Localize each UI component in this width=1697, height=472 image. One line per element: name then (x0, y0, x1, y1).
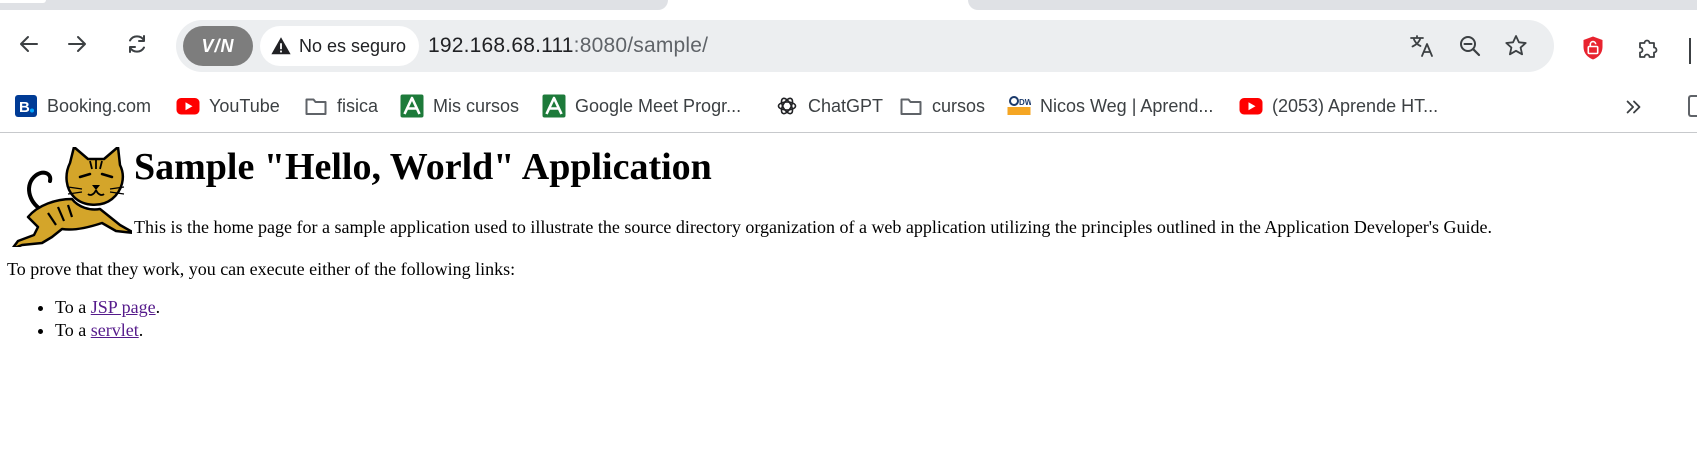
url-path: :8080/sample/ (573, 34, 709, 57)
zoom-out-icon (1460, 36, 1481, 57)
chatgpt-icon (775, 94, 799, 118)
translate-icon (1410, 35, 1433, 57)
browser-toolbar: V/N No es seguro 192.168.68.111:8080/sam… (0, 10, 1697, 80)
youtube-icon (176, 94, 200, 118)
green-a-icon (400, 94, 424, 118)
vpn-chip[interactable]: V/N (183, 26, 253, 66)
reload-button[interactable] (119, 26, 155, 62)
bookmark-youtube[interactable]: YouTube (176, 88, 280, 124)
bookmark-booking[interactable]: B Booking.com (14, 88, 151, 124)
link-suffix: . (155, 297, 161, 317)
tab-strip (0, 0, 1697, 10)
arrow-right-icon (68, 36, 86, 52)
arrow-left-icon (20, 36, 38, 52)
bookmark-label: cursos (932, 95, 986, 116)
forward-button[interactable] (59, 26, 95, 62)
lock-shield-icon (1583, 36, 1603, 60)
url-host: 192.168.68.111 (428, 34, 574, 57)
double-chevron-right-icon (1626, 100, 1641, 114)
bookmark-label: Mis cursos (433, 95, 520, 116)
svg-text:B: B (19, 99, 30, 116)
bookmark-google-meet[interactable]: Google Meet Progr... (542, 88, 741, 124)
bookmark-star-button[interactable] (1502, 32, 1530, 60)
green-a-icon (542, 94, 566, 118)
bookmark-nicos-weg[interactable]: DW Nicos Weg | Aprend... (1007, 88, 1213, 124)
instructions-paragraph: To prove that they work, you can execute… (7, 259, 516, 279)
bookmark-folder-fisica[interactable]: fisica (304, 88, 378, 124)
link-suffix: . (138, 320, 144, 340)
bookmark-aprende-html[interactable]: (2053) Aprende HT... (1239, 88, 1438, 124)
address-bar[interactable]: V/N No es seguro 192.168.68.111:8080/sam… (176, 20, 1554, 72)
toolbar-edge (1689, 38, 1691, 64)
links-list: To a JSP page. To a servlet. (0, 296, 160, 342)
security-indicator[interactable]: No es seguro (260, 26, 420, 66)
jsp-page-link[interactable]: JSP page (91, 297, 156, 317)
star-icon (1505, 35, 1527, 56)
tomcat-logo-icon (11, 147, 132, 247)
dw-icon: DW (1007, 94, 1031, 118)
security-extension-button[interactable] (1579, 34, 1607, 62)
youtube-icon (1239, 94, 1263, 118)
translate-button[interactable] (1408, 32, 1436, 60)
list-item: To a servlet. (55, 319, 160, 342)
bookmark-chatgpt[interactable]: ChatGPT (775, 88, 883, 124)
intro-paragraph: This is the home page for a sample appli… (134, 217, 1493, 237)
page-content: Sample "Hello, World" Application This i… (0, 133, 1697, 472)
svg-text:DW: DW (1019, 98, 1031, 107)
bookmark-label: fisica (337, 95, 379, 116)
security-label: No es seguro (299, 35, 407, 56)
list-item: To a JSP page. (55, 296, 160, 319)
bookmark-label: Google Meet Progr... (575, 95, 742, 116)
bookmarks-bar: B Booking.com YouTube fisica Mis cursos … (0, 80, 1697, 133)
extensions-button[interactable] (1634, 34, 1662, 62)
bookmark-label: ChatGPT (808, 95, 884, 116)
bookmark-label: (2053) Aprende HT... (1272, 95, 1439, 116)
tab-inactive-remnant[interactable] (968, 0, 1697, 10)
bookmark-label: Nicos Weg | Aprend... (1040, 95, 1214, 116)
warning-triangle-icon (271, 37, 291, 55)
link-prefix: To a (55, 297, 91, 317)
tab-active-remnant[interactable] (0, 0, 668, 10)
folder-icon (899, 94, 923, 118)
puzzle-piece-icon (1639, 39, 1658, 58)
folder-icon (304, 94, 328, 118)
other-bookmarks-folder-edge[interactable] (1688, 95, 1697, 117)
link-prefix: To a (55, 320, 91, 340)
bookmark-mis-cursos[interactable]: Mis cursos (400, 88, 519, 124)
tab-corner (0, 0, 46, 3)
back-button[interactable] (11, 26, 47, 62)
zoom-button[interactable] (1456, 32, 1484, 60)
reload-icon (129, 35, 145, 53)
page-title: Sample "Hello, World" Application (134, 146, 712, 188)
bookmark-label: Booking.com (47, 95, 152, 116)
bookmark-label: YouTube (209, 95, 280, 116)
booking-icon: B (14, 94, 38, 118)
bookmark-folder-cursos[interactable]: cursos (899, 88, 985, 124)
url-text[interactable]: 192.168.68.111:8080/sample/ (428, 20, 708, 72)
servlet-link[interactable]: servlet (91, 320, 139, 340)
bookmarks-overflow-button[interactable] (1620, 94, 1648, 120)
vpn-label: V/N (201, 35, 235, 56)
